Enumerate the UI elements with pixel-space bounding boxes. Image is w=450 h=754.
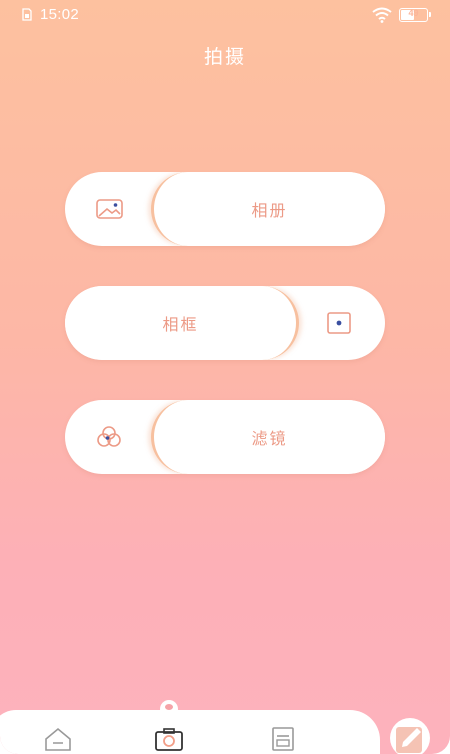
tab-camera[interactable] [154, 726, 184, 752]
wifi-icon [372, 7, 392, 23]
filter-label: 滤镜 [251, 429, 288, 448]
battery-percent: 49 [408, 8, 419, 18]
frame-option[interactable]: 相框 [65, 286, 385, 360]
edit-icon [396, 727, 422, 753]
album-icon-area[interactable] [65, 172, 155, 246]
document-icon [272, 727, 294, 751]
active-tab-indicator [160, 700, 178, 718]
frame-button[interactable]: 相框 [65, 286, 299, 360]
album-option[interactable]: 相册 [65, 172, 385, 246]
battery-indicator: 49 [399, 8, 431, 22]
bottom-tab-bar [0, 700, 450, 754]
frame-icon-area[interactable] [295, 286, 385, 360]
image-icon [96, 199, 123, 219]
tab-home[interactable] [43, 726, 73, 752]
filter-icon-area[interactable] [65, 400, 155, 474]
filter-icon [97, 426, 121, 447]
sim-card-icon [22, 8, 32, 21]
page-title: 拍摄 [203, 46, 246, 68]
status-time: 15:02 [40, 6, 80, 23]
status-bar: 15:02 49 [0, 0, 450, 30]
camera-icon [155, 728, 183, 751]
filter-button[interactable]: 滤镜 [151, 400, 385, 474]
tab-document[interactable] [268, 726, 298, 752]
frame-label: 相框 [162, 315, 199, 334]
edit-button[interactable] [390, 718, 430, 754]
filter-option[interactable]: 滤镜 [65, 400, 385, 474]
app-screen: 15:02 49 拍摄 相册 相框 滤镜 [0, 0, 450, 754]
album-button[interactable]: 相册 [151, 172, 385, 246]
home-icon [45, 727, 71, 751]
album-label: 相册 [251, 201, 288, 220]
frame-icon [327, 312, 351, 334]
